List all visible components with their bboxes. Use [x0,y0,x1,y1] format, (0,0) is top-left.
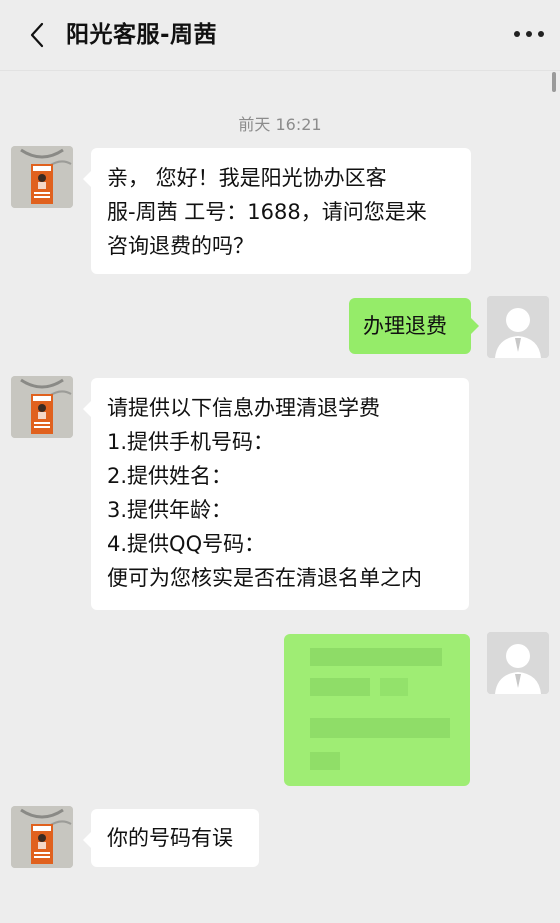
chat-title: 阳光客服-周茜 [66,22,218,48]
message-line: 办理退费 [363,314,447,338]
message-line: 3.提供年龄： [107,498,233,522]
message-line: 服-周茜 工号：1688，请问您是来 [107,200,427,224]
message-line: 1.提供手机号码： [107,430,275,454]
default-person-icon [487,632,549,694]
agent-avatar[interactable] [11,146,73,208]
scrollbar[interactable] [552,72,556,92]
message-bubble-agent[interactable]: 你的号码有误 [83,809,259,867]
user-avatar[interactable] [487,632,549,694]
badge-avatar-icon [11,146,73,208]
timestamp: 前天 16:21 [238,115,322,134]
message-line: 便可为您核实是否在清退名单之内 [107,566,422,590]
pixelated-block [310,648,442,666]
message-line: 亲， 您好！我是阳光协办区客 [107,166,387,190]
message-bubble-agent[interactable]: 请提供以下信息办理清退学费 1.提供手机号码： 2.提供姓名： 3.提供年龄： … [83,378,469,610]
top-bar: 阳光客服-周茜 [0,0,560,71]
default-person-icon [487,296,549,358]
message-line: 2.提供姓名： [107,464,233,488]
pixelated-block [310,718,450,738]
message-line: 4.提供QQ号码： [107,532,266,556]
badge-avatar-icon [11,806,73,868]
message-bubble-user[interactable]: 办理退费 [349,298,479,354]
agent-avatar[interactable] [11,806,73,868]
message-line: 你的号码有误 [107,826,233,850]
message-line: 咨询退费的吗？ [107,234,254,258]
message-line: 请提供以下信息办理清退学费 [107,396,380,420]
pixelated-block [310,678,370,696]
chevron-left-icon[interactable] [26,18,50,52]
pixelated-block [310,752,340,770]
message-bubble-agent[interactable]: 亲， 您好！我是阳光协办区客 服-周茜 工号：1688，请问您是来 咨询退费的吗… [83,148,471,274]
more-dots-icon[interactable] [512,24,546,44]
badge-avatar-icon [11,376,73,438]
pixelated-block [380,678,408,696]
agent-avatar[interactable] [11,376,73,438]
message-bubble-user-redacted[interactable] [284,634,470,786]
user-avatar[interactable] [487,296,549,358]
